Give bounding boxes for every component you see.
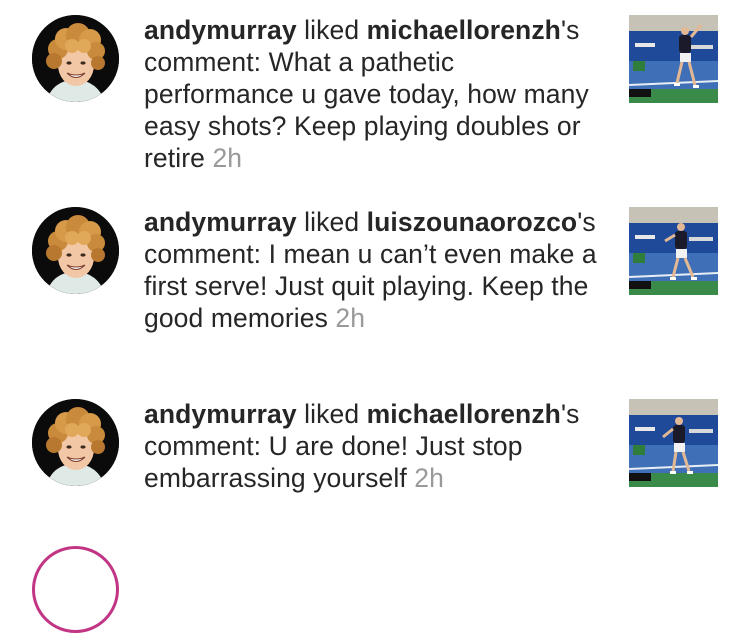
post-thumbnail[interactable]	[629, 399, 718, 487]
profile-photo-icon	[32, 207, 119, 294]
notification-text: andymurray liked michaellorenzh's commen…	[144, 14, 604, 174]
profile-photo-icon	[32, 399, 119, 486]
commenter-username[interactable]: michaellorenzh	[367, 399, 561, 429]
tennis-serve-photo-icon	[629, 399, 718, 487]
actor-username[interactable]: andymurray	[144, 15, 297, 45]
commenter-username[interactable]: luiszounaorozco	[367, 207, 578, 237]
post-thumbnail[interactable]	[629, 15, 718, 103]
actor-username[interactable]: andymurray	[144, 207, 297, 237]
commenter-username[interactable]: michaellorenzh	[367, 15, 561, 45]
post-thumbnail[interactable]	[629, 207, 718, 295]
timestamp: 2h	[335, 303, 366, 333]
avatar[interactable]	[32, 399, 119, 486]
tennis-serve-photo-icon	[629, 15, 718, 103]
activity-feed: andymurray liked michaellorenzh's commen…	[0, 0, 750, 633]
action-text: liked	[296, 399, 367, 429]
notification-text: andymurray liked luiszounaorozco's comme…	[144, 206, 604, 334]
actor-username[interactable]: andymurray	[144, 399, 297, 429]
tennis-serve-photo-icon	[629, 207, 718, 295]
timestamp: 2h	[212, 143, 243, 173]
notification-text: andymurray liked michaellorenzh's commen…	[144, 398, 604, 494]
action-text: liked	[296, 15, 367, 45]
avatar[interactable]	[32, 207, 119, 294]
profile-photo-icon	[32, 15, 119, 102]
avatar[interactable]	[32, 15, 119, 102]
next-notification-avatar[interactable]	[32, 546, 119, 633]
timestamp: 2h	[414, 463, 444, 493]
action-text: liked	[296, 207, 367, 237]
